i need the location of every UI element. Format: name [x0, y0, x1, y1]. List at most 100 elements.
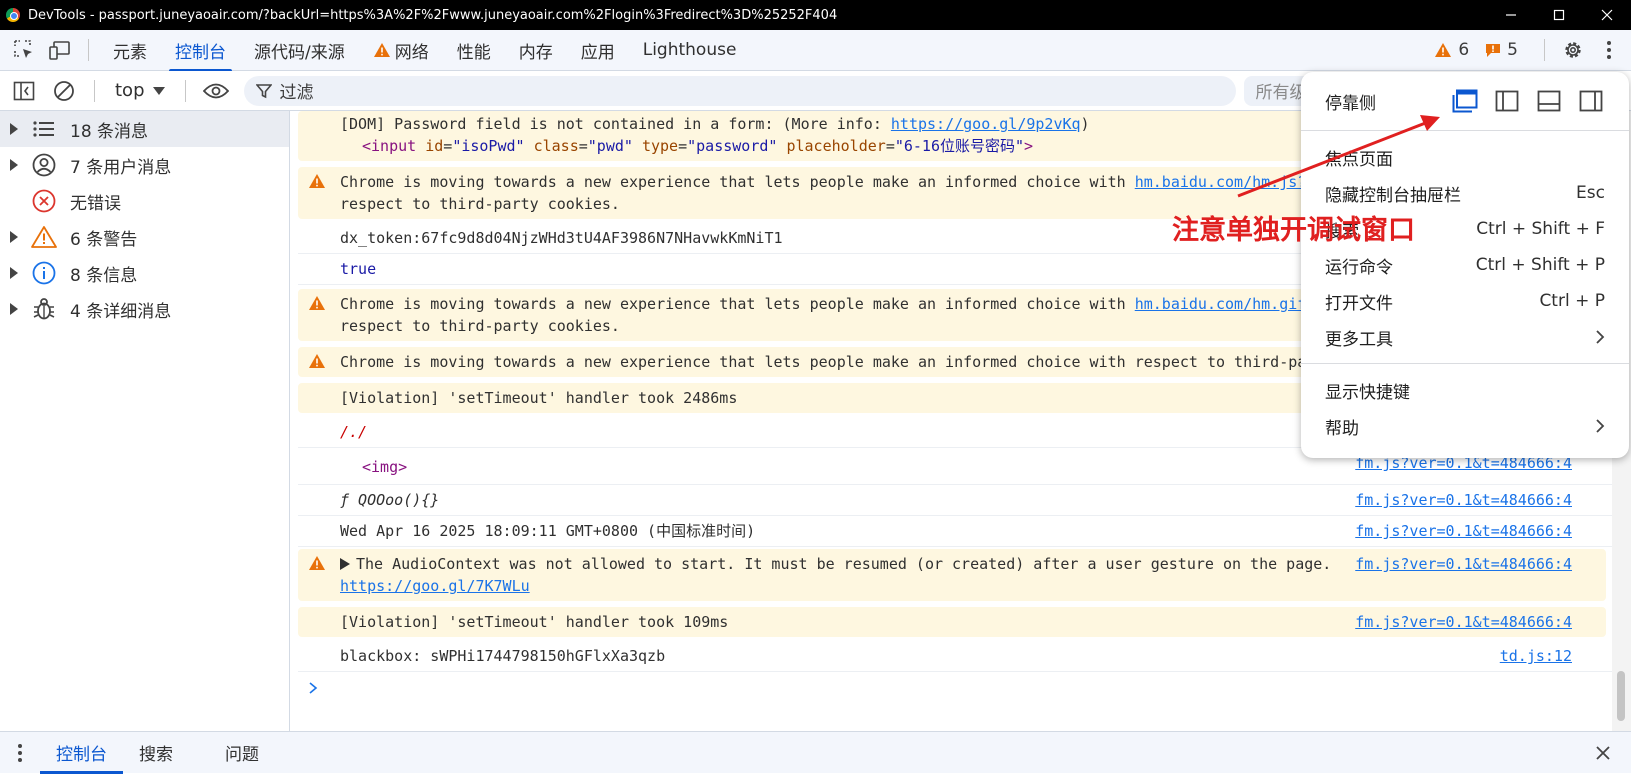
toggle-sidebar-button[interactable]: [4, 71, 44, 111]
message-source-link[interactable]: fm.js?ver=0.1&t=484666:4: [1355, 520, 1572, 542]
expand-triangle-icon[interactable]: [10, 231, 18, 243]
tab-label: 源代码/来源: [254, 42, 345, 63]
devtools-settings-menu: 停靠侧 焦点页面 隐藏控制台抽屉栏 Esc 搜索 Ctrl + Shift + F …: [1301, 72, 1629, 458]
sidebar-item-errors[interactable]: 无错误: [0, 183, 289, 219]
filter-placeholder: 过滤: [279, 83, 314, 103]
console-prompt[interactable]: [298, 672, 1612, 702]
settings-button[interactable]: [1555, 30, 1591, 71]
menu-item-label: 隐藏控制台抽屉栏: [1325, 185, 1461, 206]
drawer-tab-issues[interactable]: 问题: [209, 732, 275, 774]
menu-item-label: 更多工具: [1325, 329, 1393, 350]
caret-down-icon: [152, 86, 165, 95]
tab-memory[interactable]: 内存: [505, 30, 567, 71]
close-icon: [1601, 9, 1613, 21]
dock-bottom-button[interactable]: [1535, 87, 1563, 115]
message-source-link[interactable]: td.js:12: [1500, 645, 1572, 667]
expand-triangle-icon[interactable]: [10, 303, 18, 315]
message-source-link[interactable]: fm.js?ver=0.1&t=484666:4: [1355, 611, 1572, 633]
dock-right-button[interactable]: [1577, 87, 1605, 115]
filter-input[interactable]: 过滤: [243, 75, 1236, 106]
message-text: [Violation] 'setTimeout' handler took 24…: [340, 389, 738, 407]
drawer-tab-console[interactable]: 控制台: [40, 732, 123, 774]
drawer-menu-button[interactable]: [0, 732, 40, 773]
menu-item-hide-drawer[interactable]: 隐藏控制台抽屉栏 Esc: [1301, 175, 1629, 211]
menu-item-help[interactable]: 帮助: [1301, 408, 1629, 444]
expand-triangle-icon[interactable]: [10, 267, 18, 279]
expand-triangle-icon[interactable]: [340, 558, 350, 570]
live-expression-button[interactable]: [196, 71, 236, 111]
minimize-icon: [1506, 14, 1516, 16]
device-icon: [49, 41, 70, 60]
html-attr-value: "pwd": [587, 137, 633, 155]
message-source-link[interactable]: hm.baidu.com/hm.js?: [1135, 173, 1307, 191]
warning-icon: [309, 354, 325, 368]
kebab-menu-icon: [1607, 41, 1611, 59]
html-element-node[interactable]: <img>: [340, 458, 407, 476]
menu-item-shortcut: Ctrl + Shift + P: [1475, 255, 1605, 275]
dock-left-icon: [1495, 90, 1519, 112]
dock-undock-button[interactable]: [1451, 87, 1479, 115]
tab-label: 控制台: [56, 745, 107, 765]
warnings-count-badge[interactable]: 6: [1434, 40, 1469, 60]
minimize-button[interactable]: [1487, 0, 1535, 30]
tab-network[interactable]: 网络: [359, 30, 443, 71]
tab-application[interactable]: 应用: [567, 30, 629, 71]
sidebar-item-info[interactable]: 8 条信息: [0, 255, 289, 291]
eye-icon: [202, 83, 229, 98]
tab-performance[interactable]: 性能: [443, 30, 505, 71]
devtools-tab-bar: 元素 控制台 源代码/来源 网络 性能 内存 应用 Lighthouse 6 5: [0, 30, 1631, 72]
scrollbar-thumb[interactable]: [1617, 671, 1625, 721]
menu-item-open-file[interactable]: 打开文件 Ctrl + P: [1301, 283, 1629, 319]
message-link[interactable]: https://goo.gl/9p2vKq: [891, 115, 1081, 133]
device-toolbar-button[interactable]: [42, 30, 78, 71]
warning-icon: [31, 226, 57, 248]
tab-sources[interactable]: 源代码/来源: [240, 30, 359, 71]
context-value: top: [115, 80, 145, 101]
drawer-tab-search[interactable]: 搜索: [123, 732, 209, 774]
html-attr-value: "password": [687, 137, 778, 155]
tab-label: 网络: [394, 42, 429, 63]
menu-divider: [1301, 130, 1629, 131]
menu-item-shortcuts[interactable]: 显示快捷键: [1301, 372, 1629, 408]
expand-triangle-icon[interactable]: [10, 123, 18, 135]
error-icon: [32, 189, 56, 213]
menu-item-focus-page[interactable]: 焦点页面: [1301, 139, 1629, 175]
tab-elements[interactable]: 元素: [99, 30, 161, 71]
sidebar-item-verbose[interactable]: 4 条详细消息: [0, 291, 289, 327]
maximize-button[interactable]: [1535, 0, 1583, 30]
sidebar-item-label: 4 条详细消息: [70, 301, 172, 322]
expand-triangle-icon[interactable]: [10, 159, 18, 171]
dock-right-icon: [1579, 90, 1603, 112]
html-attr-name: id: [425, 137, 444, 155]
clear-console-button[interactable]: [44, 71, 84, 111]
issues-count-badge[interactable]: 5: [1485, 40, 1518, 60]
sidebar-item-all-messages[interactable]: 18 条消息: [0, 111, 289, 147]
menu-item-label: 打开文件: [1325, 293, 1393, 314]
menu-item-run-command[interactable]: 运行命令 Ctrl + Shift + P: [1301, 247, 1629, 283]
sidebar-item-label: 18 条消息: [70, 121, 149, 142]
tab-lighthouse[interactable]: Lighthouse: [629, 30, 751, 71]
sidebar-item-warnings[interactable]: 6 条警告: [0, 219, 289, 255]
close-drawer-button[interactable]: [1585, 732, 1621, 773]
message-source-link[interactable]: fm.js?ver=0.1&t=484666:4: [1355, 489, 1572, 511]
close-window-button[interactable]: [1583, 0, 1631, 30]
message-value: /./: [340, 423, 368, 441]
message-source-link[interactable]: hm.baidu.com/hm.gif: [1135, 295, 1307, 313]
message-source-link[interactable]: fm.js?ver=0.1&t=484666:4: [1355, 553, 1572, 575]
inspect-element-button[interactable]: [6, 30, 42, 71]
message-link[interactable]: https://goo.gl/7K7WLu: [340, 575, 1606, 597]
tab-label: 应用: [580, 42, 615, 63]
more-options-button[interactable]: [1591, 30, 1627, 71]
kebab-menu-icon: [18, 743, 22, 762]
sidebar-item-user-messages[interactable]: 7 条用户消息: [0, 147, 289, 183]
menu-item-shortcut: Ctrl + Shift + F: [1476, 219, 1605, 239]
context-selector[interactable]: top: [105, 80, 175, 101]
tab-label: 性能: [456, 42, 491, 63]
issues-count: 5: [1507, 40, 1518, 60]
html-attr-name: type: [641, 137, 679, 155]
warning-icon: [309, 296, 325, 310]
issue-icon: [1486, 44, 1501, 57]
tab-console[interactable]: 控制台: [161, 30, 240, 72]
menu-item-more-tools[interactable]: 更多工具: [1301, 319, 1629, 355]
dock-left-button[interactable]: [1493, 87, 1521, 115]
